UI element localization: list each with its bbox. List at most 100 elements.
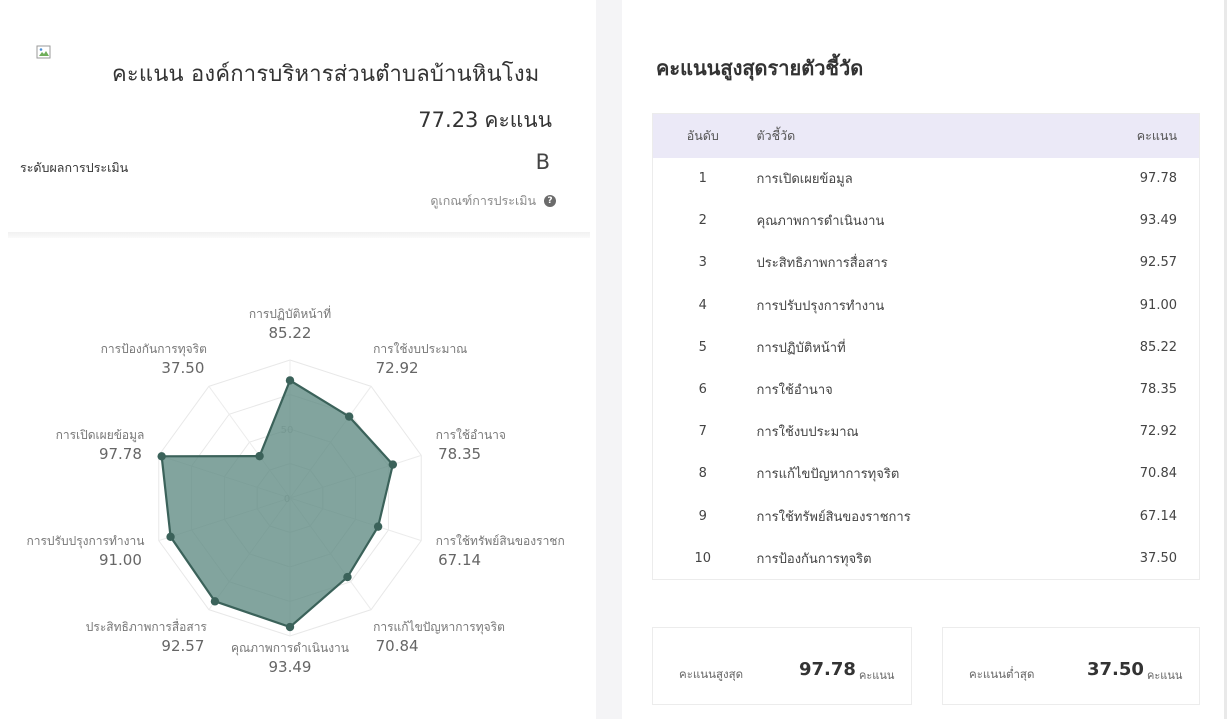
row-score: 93.49 [1139,213,1177,229]
ranking-heading: คะแนนสูงสุดรายตัวชี้วัด [656,56,864,80]
table-row: 2 คุณภาพการดำเนินงาน 93.49 [653,200,1200,242]
page-scrollbar-track [1224,0,1227,719]
radar-value-label: 91.00 [99,551,142,569]
radar-axis-label: การใช้อำนาจ [436,428,506,442]
radar-axis-label: การป้องกันการทุจริต [101,342,207,357]
radar-axis-label: ประสิทธิภาพการสื่อสาร [86,618,208,634]
radar-axis-label: การเปิดเผยข้อมูล [56,428,145,443]
radar-value-label: 37.50 [161,359,204,377]
score-card: คะแนน องค์การบริหารส่วนตำบลบ้านหินโงม 77… [0,0,596,719]
ranking-table: อันดับ ตัวชี้วัด คะแนน 1 การเปิดเผยข้อมู… [652,113,1200,580]
radar-chart: 050การปฏิบัติหน้าที่85.22การใช้งบประมาณ7… [26,305,565,676]
max-score-box: คะแนนสูงสุด 97.78 คะแนน [652,627,912,705]
row-score: 67.14 [1139,508,1177,524]
row-indicator: คุณภาพการดำเนินงาน [756,214,885,230]
min-score-box: คะแนนต่ำสุด 37.50 คะแนน [942,627,1200,705]
header-rank: อันดับ [686,127,719,143]
row-indicator: การปฏิบัติหน้าที่ [756,340,846,356]
table-row: 10 การป้องกันการทุจริต 37.50 [653,537,1200,579]
row-score: 72.92 [1139,424,1177,440]
organization-title: คะแนน องค์การบริหารส่วนตำบลบ้านหินโงม [112,62,540,87]
radar-value-label: 85.22 [269,324,312,342]
view-criteria-link[interactable]: ดูเกณฑ์การประเมิน ? [430,191,556,211]
radar-value-label: 72.92 [376,359,419,377]
total-score-unit: คะแนน [484,108,552,132]
row-indicator: ประสิทธิภาพการสื่อสาร [756,256,888,272]
min-score-label: คะแนนต่ำสุด [969,667,1035,681]
table-row: 3 ประสิทธิภาพการสื่อสาร 92.57 [653,242,1200,284]
radar-data-point [285,376,295,385]
radar-value-label: 70.84 [376,637,419,655]
radar-data-point [285,622,295,632]
row-rank: 7 [698,424,707,440]
header-indicator: ตัวชี้วัด [756,127,796,143]
radar-data-point [210,597,220,606]
max-score-value: 97.78 [799,659,856,680]
row-score: 92.57 [1139,255,1177,271]
radar-axis-label: การแก้ไขปัญหาการทุจริต [373,620,505,635]
table-row: 4 การปรับปรุงการทำงาน 91.00 [653,284,1200,326]
row-rank: 3 [698,255,707,271]
radar-data-point [388,460,398,469]
total-score-value: 77.23 [418,108,479,132]
max-score-unit: คะแนน [859,669,895,682]
table-header-row: อันดับ ตัวชี้วัด คะแนน [652,113,1200,158]
radar-data-point [344,412,354,421]
radar-value-label: 78.35 [438,445,481,463]
radar-value-label: 93.49 [269,658,312,676]
row-score: 85.22 [1139,339,1177,355]
row-indicator: การเปิดเผยข้อมูล [756,172,853,188]
row-indicator: การป้องกันการทุจริต [756,551,872,567]
row-rank: 9 [698,508,707,524]
row-rank: 8 [698,466,707,482]
table-row: 1 การเปิดเผยข้อมูล 97.78 [653,158,1200,200]
table-row: 6 การใช้อำนาจ 78.35 [653,368,1200,410]
min-score-unit: คะแนน [1147,669,1183,682]
radar-data-point [373,522,383,531]
header-score: คะแนน [1136,127,1177,143]
row-score: 70.84 [1139,466,1177,482]
column-gutter [596,0,622,719]
row-indicator: การใช้งบประมาณ [756,425,859,441]
radar-data-area [160,378,395,629]
view-criteria-label: ดูเกณฑ์การประเมิน [430,193,536,208]
row-rank: 2 [698,213,707,229]
table-row: 5 การปฏิบัติหน้าที่ 85.22 [653,326,1200,368]
assessment-level-value: B [535,150,550,174]
radar-data-point [343,572,352,582]
radar-value-label: 97.78 [99,445,142,463]
radar-data-point [157,452,166,461]
row-indicator: การใช้อำนาจ [756,383,833,399]
assessment-level-label: ระดับผลการประเมิน [20,160,129,175]
row-score: 37.50 [1139,550,1177,566]
radar-data-point [166,532,175,542]
row-score: 91.00 [1139,297,1177,313]
radar-value-label: 92.57 [161,637,204,655]
table-row: 9 การใช้ทรัพย์สินของราชการ 67.14 [653,495,1200,537]
row-score: 78.35 [1139,382,1177,398]
radar-axis-label: คุณภาพการดำเนินงาน [231,641,349,656]
question-circle-icon[interactable]: ? [544,195,556,207]
radar-value-label: 67.14 [438,551,481,569]
radar-axis-label: การใช้งบประมาณ [373,342,467,356]
min-score-value: 37.50 [1087,659,1144,680]
radar-axis-label: การปฏิบัติหน้าที่ [249,305,331,321]
radar-data-point [255,451,264,461]
row-rank: 6 [698,382,707,398]
row-score: 97.78 [1139,171,1177,187]
row-indicator: การใช้ทรัพย์สินของราชการ [756,509,911,525]
section-divider [8,232,590,238]
row-rank: 5 [698,339,707,355]
broken-image-icon [36,45,51,59]
row-rank: 10 [694,550,712,566]
max-score-label: คะแนนสูงสุด [679,667,744,681]
radar-axis-label: การใช้ทรัพย์สินของราชก [436,534,565,548]
table-row: 8 การแก้ไขปัญหาการทุจริต 70.84 [653,453,1200,495]
row-rank: 4 [698,297,707,313]
table-row: 7 การใช้งบประมาณ 72.92 [653,411,1200,453]
ranking-card: คะแนนสูงสุดรายตัวชี้วัด อันดับ ตัวชี้วัด… [622,0,1231,719]
radar-axis-label: การปรับปรุงการทำงาน [26,534,144,549]
total-score: 77.23 คะแนน [418,104,552,137]
row-rank: 1 [698,171,707,187]
row-indicator: การปรับปรุงการทำงาน [756,298,885,314]
